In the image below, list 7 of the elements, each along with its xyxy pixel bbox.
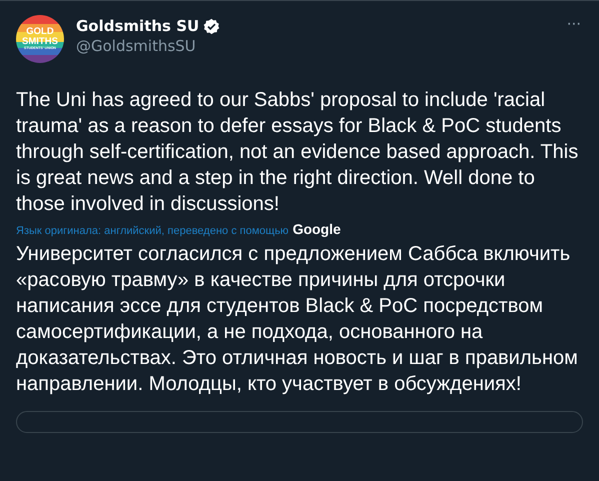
tweet-text: The Uni has agreed to our Sabbs' proposal to include 'racial trauma' as a reason to defer essays for Black & PoC students through self-certification, not an evidence based approach. This is great news and a step in the right direction. Well done to those involved in discussions!: [16, 88, 580, 217]
more-options-button[interactable]: ···: [564, 15, 583, 33]
author-handle[interactable]: @GoldsmithsSU: [76, 37, 220, 55]
author-name[interactable]: Goldsmiths SU: [76, 17, 200, 35]
translation-provider: Google: [292, 221, 341, 237]
translated-text: Университет согласился с предложением Саббса включить «расовую травму» в качестве причины для отсрочки написания эссе для студентов Black & PoC посредством самосертификации, а не подхода, основанного на доказательствах. Это отличная новость и шаг в правильном направлении. Молодцы, кто участвует в обсуждениях!: [16, 242, 579, 397]
translation-note: Язык оригинала: английский, переведено с помощью: [16, 225, 289, 237]
